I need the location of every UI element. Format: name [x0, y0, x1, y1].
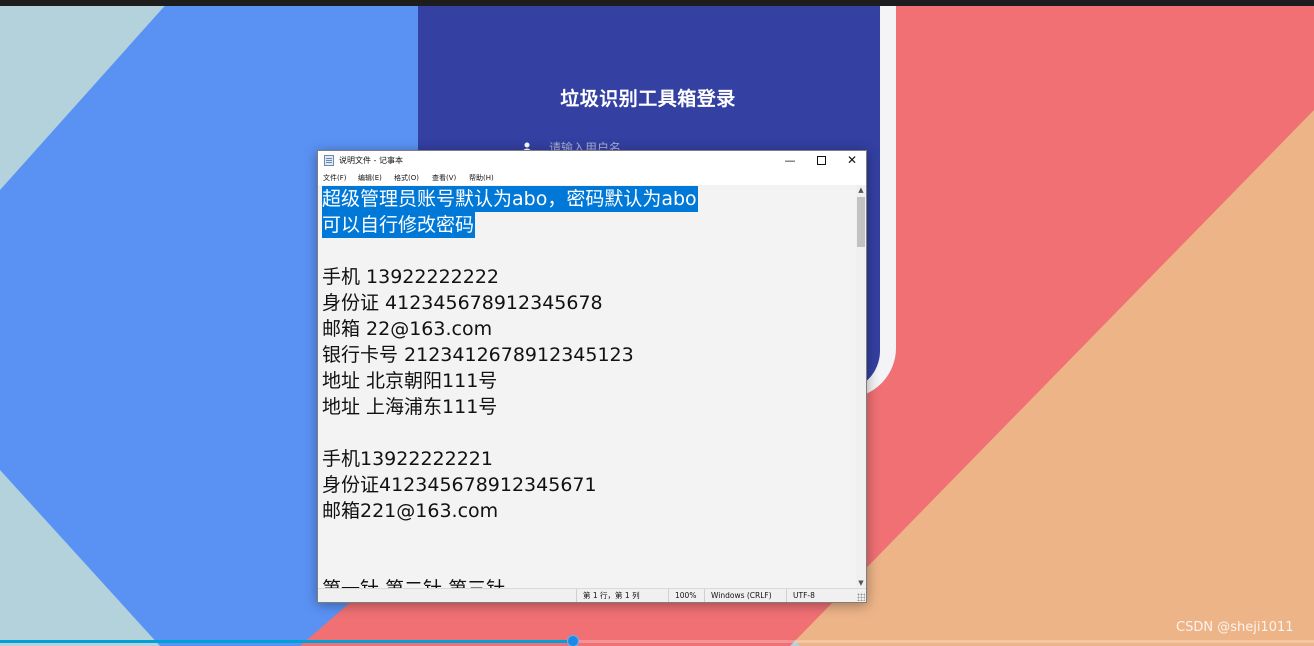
text-line: 可以自行修改密码: [322, 212, 476, 238]
video-progress-fill: [0, 640, 573, 643]
screen: 垃圾识别工具箱登录 请输入用户名 说明文件 - 记事本 — ✕ 文件(F) 编辑…: [0, 0, 1314, 646]
text-line: 超级管理员账号默认为abo，密码默认为abo: [322, 186, 698, 212]
line-ending: Windows (CRLF): [704, 589, 786, 602]
text-line: 第一针 第二针 第三针: [322, 576, 505, 588]
text-line: 邮箱 22@163.com: [322, 318, 493, 340]
encoding: UTF-8: [786, 589, 856, 602]
zoom-level: 100%: [668, 589, 704, 602]
menu-help[interactable]: 帮助(H): [469, 173, 494, 183]
video-progress-track[interactable]: [0, 640, 1314, 643]
notepad-window[interactable]: 说明文件 - 记事本 — ✕ 文件(F) 编辑(E) 格式(O) 查看(V) 帮…: [317, 150, 867, 603]
menu-view[interactable]: 查看(V): [432, 173, 456, 183]
text-line: 手机 13922222222: [322, 266, 500, 288]
text-editor[interactable]: 超级管理员账号默认为abo，密码默认为abo 可以自行修改密码 手机 13922…: [318, 185, 856, 588]
minimize-button[interactable]: —: [774, 151, 806, 171]
login-title: 垃圾识别工具箱登录: [560, 88, 736, 110]
maximize-button[interactable]: [805, 151, 837, 171]
scroll-up-icon[interactable]: ▲: [856, 185, 866, 195]
text-line: 身份证412345678912345671: [322, 474, 597, 496]
window-title: 说明文件 - 记事本: [339, 156, 403, 165]
close-button[interactable]: ✕: [836, 151, 868, 171]
text-line: 地址 北京朝阳111号: [322, 370, 498, 392]
maximize-icon: [816, 155, 826, 165]
scroll-thumb[interactable]: [857, 197, 865, 247]
scroll-down-icon[interactable]: ▼: [856, 578, 866, 588]
title-bar[interactable]: 说明文件 - 记事本 — ✕: [318, 151, 866, 171]
menu-format[interactable]: 格式(O): [394, 173, 419, 183]
menu-bar: 文件(F) 编辑(E) 格式(O) 查看(V) 帮助(H): [318, 171, 866, 185]
cursor-position: 第 1 行，第 1 列: [576, 589, 668, 602]
menu-edit[interactable]: 编辑(E): [358, 173, 382, 183]
resize-grip-icon[interactable]: [857, 593, 865, 601]
text-line: 邮箱221@163.com: [322, 500, 499, 522]
text-line: 地址 上海浦东111号: [322, 396, 498, 418]
text-line: 手机13922222221: [322, 448, 493, 470]
notepad-icon: [324, 155, 334, 166]
menu-file[interactable]: 文件(F): [323, 173, 347, 183]
vertical-scrollbar[interactable]: ▲ ▼: [856, 185, 866, 588]
text-line: 身份证 412345678912345678: [322, 292, 603, 314]
watermark: CSDN @sheji1011: [1176, 620, 1294, 635]
text-line: 银行卡号 2123412678912345123: [322, 344, 634, 366]
status-bar: 第 1 行，第 1 列 100% Windows (CRLF) UTF-8: [318, 588, 866, 602]
video-progress-knob[interactable]: [567, 635, 579, 646]
